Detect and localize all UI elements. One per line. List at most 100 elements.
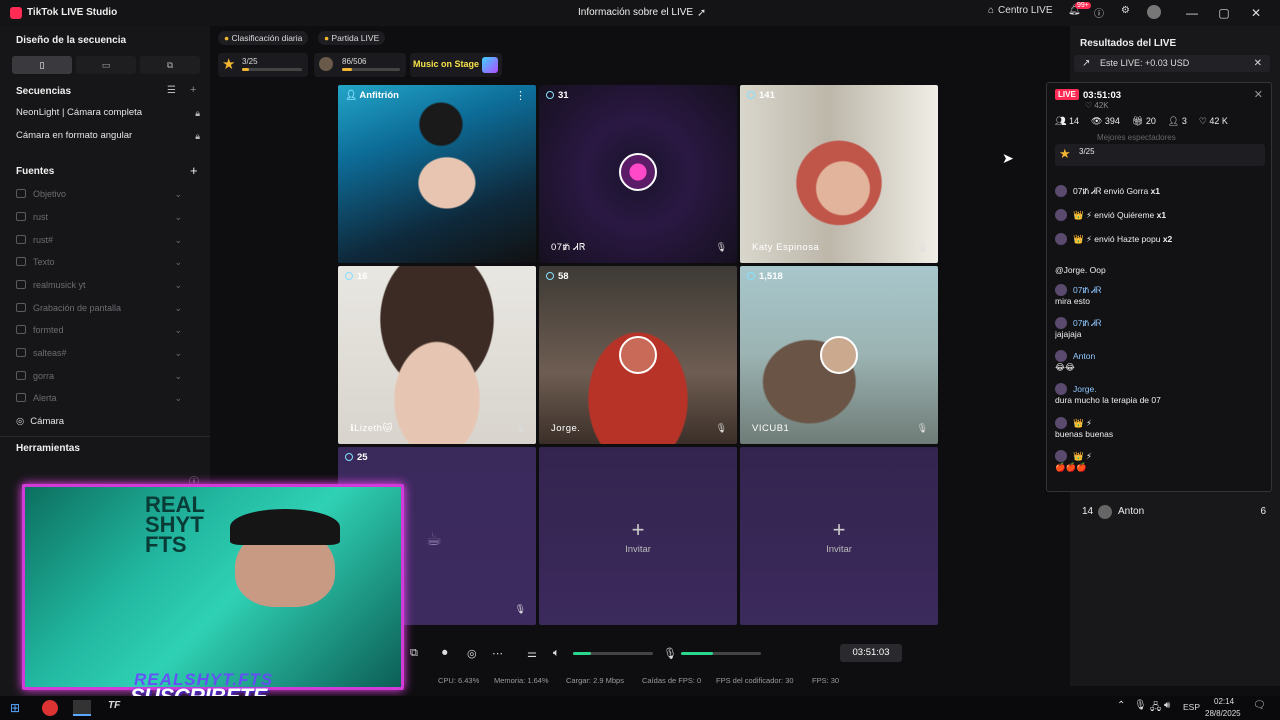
overlay-stats: 👥︎ 14 👁︎ 394 🎁︎ 20 👤︎ 3 ♡ 42 K [1055, 116, 1265, 127]
chat-message: 👑 ⚡ buenas buenas [1055, 417, 1114, 439]
help-icon[interactable]: ⓘ [1094, 5, 1104, 20]
landscape-layout-button[interactable]: ▭ [76, 56, 136, 74]
notification-icon[interactable]: 🗨 [1253, 700, 1266, 711]
source-label: Objetivo [33, 189, 67, 199]
chevron-down-icon[interactable]: ⌄ [174, 325, 182, 336]
sequence-item[interactable]: Cámara en formato angular 🔒︎ [16, 130, 200, 146]
music-on-stage-button[interactable]: Music on Stage [410, 53, 502, 77]
source-item[interactable]: Texto ⌄ [16, 257, 182, 273]
avatar [1055, 317, 1067, 329]
effects-icon[interactable]: ◎ [467, 647, 477, 660]
layout-icon[interactable]: ⧉ [410, 647, 418, 660]
chevron-down-icon[interactable]: ⌄ [174, 235, 182, 246]
leaderboard-name: Anton [1118, 506, 1145, 517]
chevron-down-icon[interactable]: ⌄ [174, 280, 182, 291]
goal-widget[interactable]: ★ 3/25 [218, 53, 308, 77]
lock-icon[interactable]: 🔒︎ [195, 108, 200, 119]
guest-tile[interactable]: 141 Katy Espinosa 🎙︎ [740, 85, 938, 263]
lock-icon[interactable]: 🔒︎ [195, 131, 200, 142]
split-layout-button[interactable]: ⧉ [140, 56, 200, 74]
more-icon[interactable]: ⋯ [492, 647, 503, 660]
host-tile[interactable]: 👤︎ Anfitrión ⋮ [338, 85, 536, 263]
chevron-down-icon[interactable]: ⌄ [174, 189, 182, 200]
tools-title: Herramientas [16, 443, 80, 454]
guest-name: Jorge. [551, 423, 581, 434]
goal-widget[interactable]: 86/506 [314, 53, 406, 77]
maximize-icon[interactable]: ▢ [1214, 4, 1234, 22]
daily-ranking-chip[interactable]: ● Clasificación diaria [218, 31, 309, 45]
avatar[interactable] [1147, 5, 1161, 19]
avatar [619, 336, 657, 374]
source-item[interactable]: rust ⌄ [16, 212, 182, 228]
earnings-banner[interactable]: ↗ Este LIVE: +0.03 USD ✕ [1074, 55, 1270, 72]
microphone-tray-icon[interactable]: 🎙︎ [1134, 700, 1147, 711]
invite-slot[interactable]: + Invitar [539, 447, 737, 625]
minimize-icon[interactable]: — [1182, 4, 1202, 22]
avatar [1055, 450, 1067, 462]
source-item[interactable]: rust# ⌄ [16, 235, 182, 251]
mic-icon[interactable]: 🎙︎ [917, 242, 928, 253]
avatar [1055, 233, 1067, 245]
chevron-down-icon[interactable]: ⌄ [174, 212, 182, 223]
gear-icon[interactable]: ⚙ [1121, 5, 1130, 16]
guest-tile[interactable]: 1,518 VICUB1 🎙︎ [740, 266, 938, 444]
clock-date[interactable]: 28/8/2025 [1205, 709, 1241, 718]
chrome-icon[interactable] [42, 700, 58, 716]
volume-slider[interactable] [573, 652, 653, 655]
invite-slot[interactable]: + Invitar [740, 447, 938, 625]
mic-slider[interactable] [681, 652, 761, 655]
chevron-down-icon[interactable]: ⌄ [174, 393, 182, 404]
plus-icon: + [832, 517, 846, 542]
close-icon[interactable]: ✕ [1254, 55, 1262, 72]
mic-icon[interactable]: 🎙︎ [716, 423, 727, 434]
close-icon[interactable]: ✕ [1254, 88, 1263, 101]
camera-source[interactable]: ◎ Cámara [16, 416, 200, 432]
chat-message: 👑 ⚡ envió Quiéreme x1 [1055, 209, 1269, 223]
source-item[interactable]: realmusick yt ⌄ [16, 280, 182, 296]
add-source-icon[interactable]: + [190, 163, 198, 178]
more-icon[interactable]: ⋮ [515, 89, 526, 102]
guest-tile[interactable]: 31 07ᵺ ᏗᏒ 🎙︎ [539, 85, 737, 263]
language-indicator[interactable]: ESP [1183, 702, 1200, 712]
clock-time[interactable]: 02:14 [1214, 697, 1234, 706]
chevron-down-icon[interactable]: ⌄ [174, 257, 182, 268]
close-icon[interactable]: ✕ [1246, 4, 1266, 22]
source-item[interactable]: salteas# ⌄ [16, 348, 182, 364]
volume-icon[interactable]: 🔊︎ [1164, 700, 1170, 711]
portrait-layout-button[interactable]: ▯ [12, 56, 72, 74]
source-item[interactable]: Alerta ⌄ [16, 393, 182, 409]
sequence-item[interactable]: NeonLight | Cámara completa 🔒︎ [16, 107, 200, 123]
host-label: 👤︎ Anfitrión [345, 90, 399, 101]
settings-sliders-icon[interactable]: ⚌ [527, 647, 537, 660]
list-icon[interactable]: ☰ [167, 85, 176, 96]
source-icon [16, 235, 26, 244]
windows-start-icon[interactable]: ⊞ [10, 701, 20, 715]
speaker-icon[interactable]: 🔈︎ [553, 647, 560, 660]
chevron-up-icon[interactable]: ⌃ [1117, 700, 1125, 711]
chevron-down-icon[interactable]: ⌄ [174, 371, 182, 382]
leaderboard-row[interactable]: 14 Anton 6 [1082, 505, 1266, 520]
guest-tile[interactable]: 16 ℹLizeth🐱 🎙︎ [338, 266, 536, 444]
live-chat-overlay: LIVE 03:51:03 ♡ 42K ✕ 👥︎ 14 👁︎ 394 🎁︎ 20… [1046, 82, 1272, 492]
live-info-title[interactable]: Información sobre el LIVE [578, 7, 693, 18]
network-icon[interactable]: 🖧 [1150, 700, 1161, 717]
chevron-down-icon[interactable]: ⌄ [174, 348, 182, 359]
source-item[interactable]: gorra ⌄ [16, 371, 182, 387]
mic-icon[interactable]: 🎙︎ [515, 604, 526, 615]
record-icon[interactable]: ⏺ [442, 647, 448, 660]
source-item[interactable]: formted ⌄ [16, 325, 182, 341]
add-sequence-icon[interactable]: + [190, 84, 196, 96]
tf-app-icon[interactable]: TF [108, 700, 120, 711]
source-item[interactable]: Objetivo ⌄ [16, 189, 182, 205]
source-item[interactable]: Grabación de pantalla ⌄ [16, 303, 182, 319]
mic-icon[interactable]: 🎙︎ [716, 242, 727, 253]
tiktok-studio-icon[interactable] [73, 700, 91, 716]
centro-live-button[interactable]: ⌂ Centro LIVE [988, 5, 1053, 16]
chevron-down-icon[interactable]: ⌄ [174, 303, 182, 314]
mic-icon[interactable]: 🎙︎ [917, 423, 928, 434]
live-match-chip[interactable]: ● Partida LIVE [318, 31, 386, 45]
share-icon[interactable]: ➚ [697, 6, 706, 19]
microphone-icon[interactable]: 🎙︎ [663, 647, 677, 660]
mic-icon[interactable]: 🎙︎ [515, 423, 526, 434]
guest-tile[interactable]: 58 Jorge. 🎙︎ [539, 266, 737, 444]
